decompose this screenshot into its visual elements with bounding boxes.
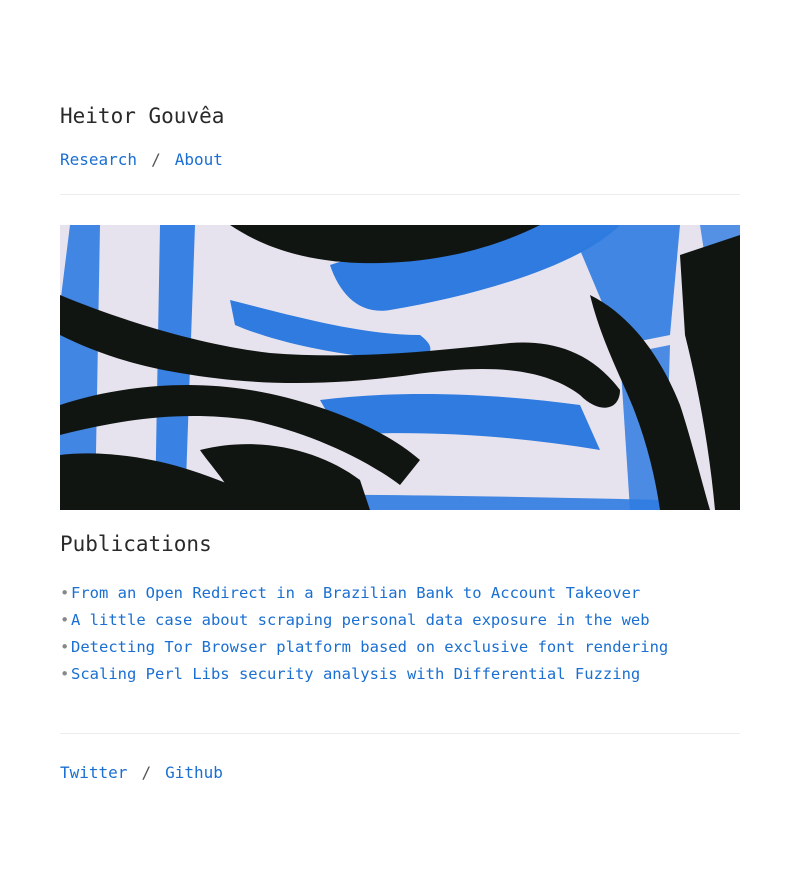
site-title: Heitor Gouvêa	[60, 104, 225, 128]
publications-list: • From an Open Redirect in a Brazilian B…	[60, 584, 740, 692]
bullet-icon: •	[60, 665, 70, 683]
publication-link[interactable]: A little case about scraping personal da…	[71, 611, 650, 629]
footer-link-github[interactable]: Github	[165, 763, 223, 782]
list-item: • Detecting Tor Browser platform based o…	[60, 638, 740, 665]
footer-link-twitter[interactable]: Twitter	[60, 763, 127, 782]
list-item: • From an Open Redirect in a Brazilian B…	[60, 584, 740, 611]
footer-divider	[60, 733, 740, 734]
footer-nav: Twitter / Github	[60, 763, 223, 782]
nav-link-about[interactable]: About	[175, 150, 223, 169]
publications-heading: Publications	[60, 532, 212, 556]
main-nav: Research / About	[60, 150, 223, 169]
bullet-icon: •	[60, 584, 70, 602]
bullet-icon: •	[60, 611, 70, 629]
hero-painting-image	[60, 225, 740, 510]
list-item: • Scaling Perl Libs security analysis wi…	[60, 665, 740, 692]
bullet-icon: •	[60, 638, 70, 656]
publication-link[interactable]: From an Open Redirect in a Brazilian Ban…	[71, 584, 640, 602]
list-item: • A little case about scraping personal …	[60, 611, 740, 638]
footer-separator: /	[141, 763, 152, 782]
publication-link[interactable]: Detecting Tor Browser platform based on …	[71, 638, 668, 656]
nav-separator: /	[151, 150, 161, 169]
nav-link-research[interactable]: Research	[60, 150, 137, 169]
publication-link[interactable]: Scaling Perl Libs security analysis with…	[71, 665, 640, 683]
header-divider	[60, 194, 740, 195]
brushstroke-painting	[60, 225, 740, 510]
